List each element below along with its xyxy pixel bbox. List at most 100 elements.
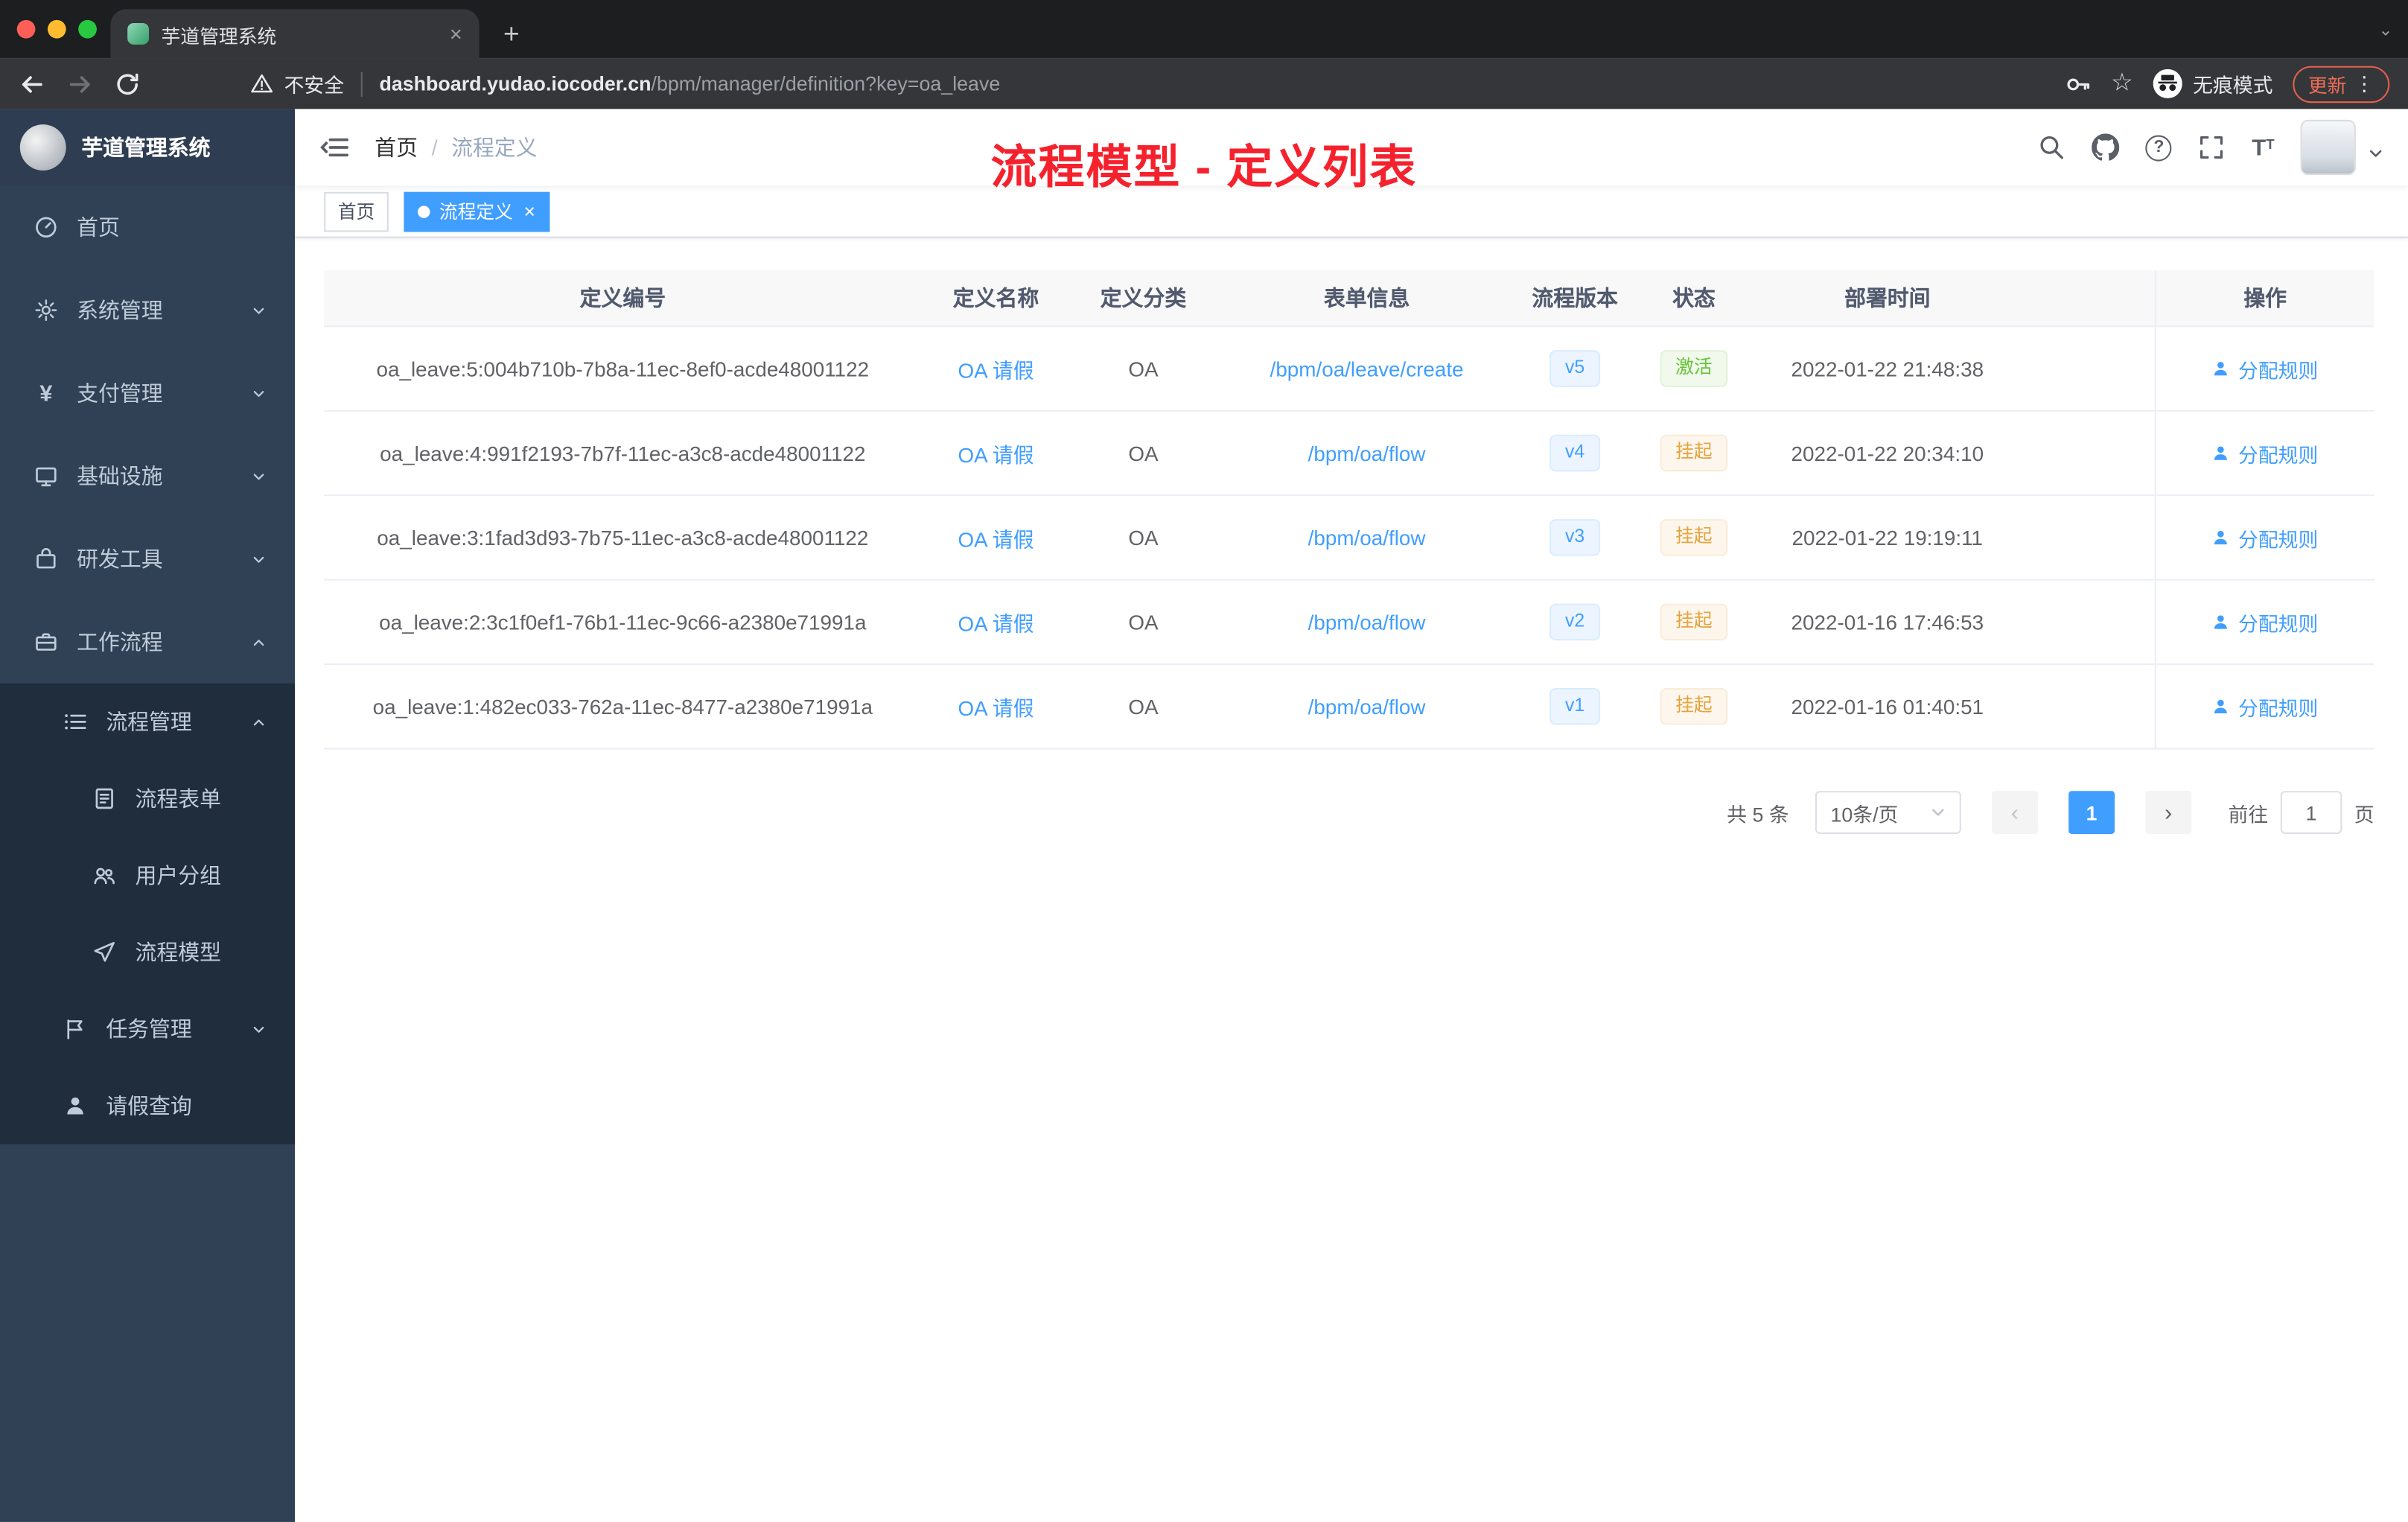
column-header-name: 定义名称 — [952, 285, 1039, 311]
sidebar-item-task-management[interactable]: 任务管理 — [0, 990, 295, 1067]
sidebar-item-workflow[interactable]: 工作流程 — [0, 600, 295, 683]
close-window-button[interactable] — [16, 19, 36, 39]
definition-name-link[interactable]: OA 请假 — [958, 438, 1033, 468]
tag-process-definition[interactable]: 流程定义 × — [404, 191, 550, 232]
goto-page-input[interactable] — [2280, 791, 2342, 834]
reload-icon[interactable] — [114, 70, 141, 98]
table-header: 定义编号 定义名称 定义分类 表单信息 流程版本 状态 部署时间 操作 — [324, 270, 2374, 328]
status-badge: 激活 — [1660, 350, 1728, 387]
form-link[interactable]: /bpm/oa/leave/create — [1270, 357, 1464, 380]
zoom-window-button[interactable] — [78, 19, 97, 39]
definition-name-link[interactable]: OA 请假 — [958, 522, 1033, 553]
back-icon[interactable] — [19, 70, 46, 98]
sidebar-item-label: 流程表单 — [135, 786, 222, 811]
user-avatar[interactable] — [2300, 119, 2356, 176]
sidebar-collapse-icon[interactable] — [319, 132, 350, 162]
security-indicator[interactable]: 不安全 — [250, 69, 344, 98]
row-spacer — [2019, 412, 2155, 494]
sidebar-item-label: 系统管理 — [77, 298, 163, 323]
breadcrumb-home[interactable]: 首页 — [375, 132, 418, 162]
status-badge: 挂起 — [1660, 688, 1728, 725]
avatar-caret-icon[interactable] — [2368, 141, 2383, 169]
update-label: 更新 — [2307, 75, 2347, 97]
sidebar-item-leave-query[interactable]: 请假查询 — [0, 1067, 295, 1144]
tab-close-icon[interactable]: × — [450, 23, 462, 45]
column-header-action: 操作 — [2154, 270, 2374, 326]
tag-label: 首页 — [337, 201, 375, 223]
row-spacer — [2019, 665, 2155, 748]
page-number-1[interactable]: 1 — [2068, 791, 2115, 834]
form-link[interactable]: /bpm/oa/flow — [1308, 526, 1426, 549]
browser-menu-icon[interactable]: ⋮ — [2354, 71, 2374, 96]
form-link[interactable]: /bpm/oa/flow — [1308, 695, 1426, 718]
definition-name-link[interactable]: OA 请假 — [958, 691, 1033, 722]
page-size-select[interactable]: 10条/页 — [1815, 791, 1961, 834]
key-icon[interactable] — [2063, 70, 2091, 98]
form-link[interactable]: /bpm/oa/flow — [1308, 611, 1426, 634]
fullscreen-icon[interactable] — [2198, 133, 2226, 161]
status-badge: 挂起 — [1660, 519, 1728, 556]
new-tab-button[interactable]: + — [491, 14, 532, 54]
version-badge: v2 — [1549, 603, 1600, 640]
font-size-icon[interactable]: TT — [2252, 136, 2274, 159]
users-icon — [92, 863, 117, 888]
sidebar-item-home[interactable]: 首页 — [0, 186, 295, 269]
address-bar[interactable]: dashboard.yudao.iocoder.cn/bpm/manager/d… — [379, 72, 2063, 95]
toolbar-divider — [360, 71, 363, 96]
sidebar-item-user-group[interactable]: 用户分组 — [0, 837, 295, 914]
breadcrumb-current: 流程定义 — [451, 135, 538, 160]
tag-close-icon[interactable]: × — [523, 201, 535, 221]
breadcrumb: 首页 / 流程定义 — [375, 132, 537, 162]
assign-rule-link[interactable]: 分配规则 — [2212, 523, 2318, 552]
definition-table: 定义编号 定义名称 定义分类 表单信息 流程版本 状态 部署时间 操作 oa_l… — [324, 270, 2374, 750]
yen-icon: ¥ — [39, 380, 53, 407]
deploy-time: 2022-01-22 20:34:10 — [1791, 441, 1984, 465]
assign-rule-link[interactable]: 分配规则 — [2212, 608, 2318, 637]
github-icon[interactable] — [2092, 133, 2120, 161]
browser-tab[interactable]: 芋道管理系统 × — [110, 9, 480, 59]
sidebar-item-infrastructure[interactable]: 基础设施 — [0, 435, 295, 518]
active-tag-dot — [418, 205, 430, 217]
prev-page-button[interactable]: ‹ — [1991, 791, 2038, 834]
sidebar-item-system[interactable]: 系统管理 — [0, 269, 295, 351]
assign-rule-link[interactable]: 分配规则 — [2212, 439, 2318, 468]
user-icon — [2214, 446, 2228, 460]
bookmark-star-icon[interactable]: ☆ — [2111, 71, 2133, 96]
assign-rule-link[interactable]: 分配规则 — [2212, 692, 2318, 721]
user-icon — [2214, 530, 2228, 545]
column-header-deploy-time: 部署时间 — [1844, 285, 1931, 311]
next-page-button[interactable]: › — [2145, 791, 2192, 834]
minimize-window-button[interactable] — [47, 19, 66, 39]
definition-name-link[interactable]: OA 请假 — [958, 607, 1033, 637]
sidebar-item-label: 基础设施 — [77, 463, 163, 488]
sidebar-item-label: 支付管理 — [77, 380, 163, 406]
update-button[interactable]: 更新 ⋮ — [2293, 65, 2390, 103]
goto-label: 前往 — [2228, 802, 2269, 826]
tab-search-caret-icon[interactable]: ⌄ — [2378, 20, 2392, 40]
assign-rule-link[interactable]: 分配规则 — [2212, 354, 2318, 383]
sidebar-item-label: 任务管理 — [106, 1016, 192, 1042]
form-link[interactable]: /bpm/oa/flow — [1308, 442, 1426, 465]
help-icon[interactable]: ? — [2145, 134, 2173, 161]
tag-home[interactable]: 首页 — [324, 191, 389, 232]
definition-name-link[interactable]: OA 请假 — [958, 353, 1033, 383]
security-label: 不安全 — [284, 74, 345, 97]
sidebar-item-label: 流程管理 — [106, 709, 192, 734]
search-icon[interactable] — [2039, 133, 2066, 161]
table-row: oa_leave:3:1fad3d93-7b75-11ec-a3c8-acde4… — [324, 496, 2374, 581]
sidebar-logo[interactable]: 芋道管理系统 — [0, 109, 295, 186]
browser-tabstrip: 芋道管理系统 × + ⌄ — [0, 0, 2408, 59]
sidebar-item-devtools[interactable]: 研发工具 — [0, 518, 295, 600]
definition-category: OA — [1128, 610, 1159, 634]
sidebar-item-payment[interactable]: ¥ 支付管理 — [0, 351, 295, 434]
chevron-up-icon — [250, 634, 267, 651]
forward-icon[interactable] — [66, 70, 94, 98]
tags-view-bar: 首页 流程定义 × — [295, 185, 2408, 238]
tag-label: 流程定义 — [439, 201, 513, 223]
row-spacer — [2019, 327, 2155, 410]
sidebar-item-process-management[interactable]: 流程管理 — [0, 684, 295, 760]
definition-id: oa_leave:3:1fad3d93-7b75-11ec-a3c8-acde4… — [377, 526, 869, 550]
sidebar-item-process-form[interactable]: 流程表单 — [0, 760, 295, 837]
sidebar-item-process-model[interactable]: 流程模型 — [0, 914, 295, 990]
deploy-time: 2022-01-22 21:48:38 — [1791, 357, 1984, 380]
